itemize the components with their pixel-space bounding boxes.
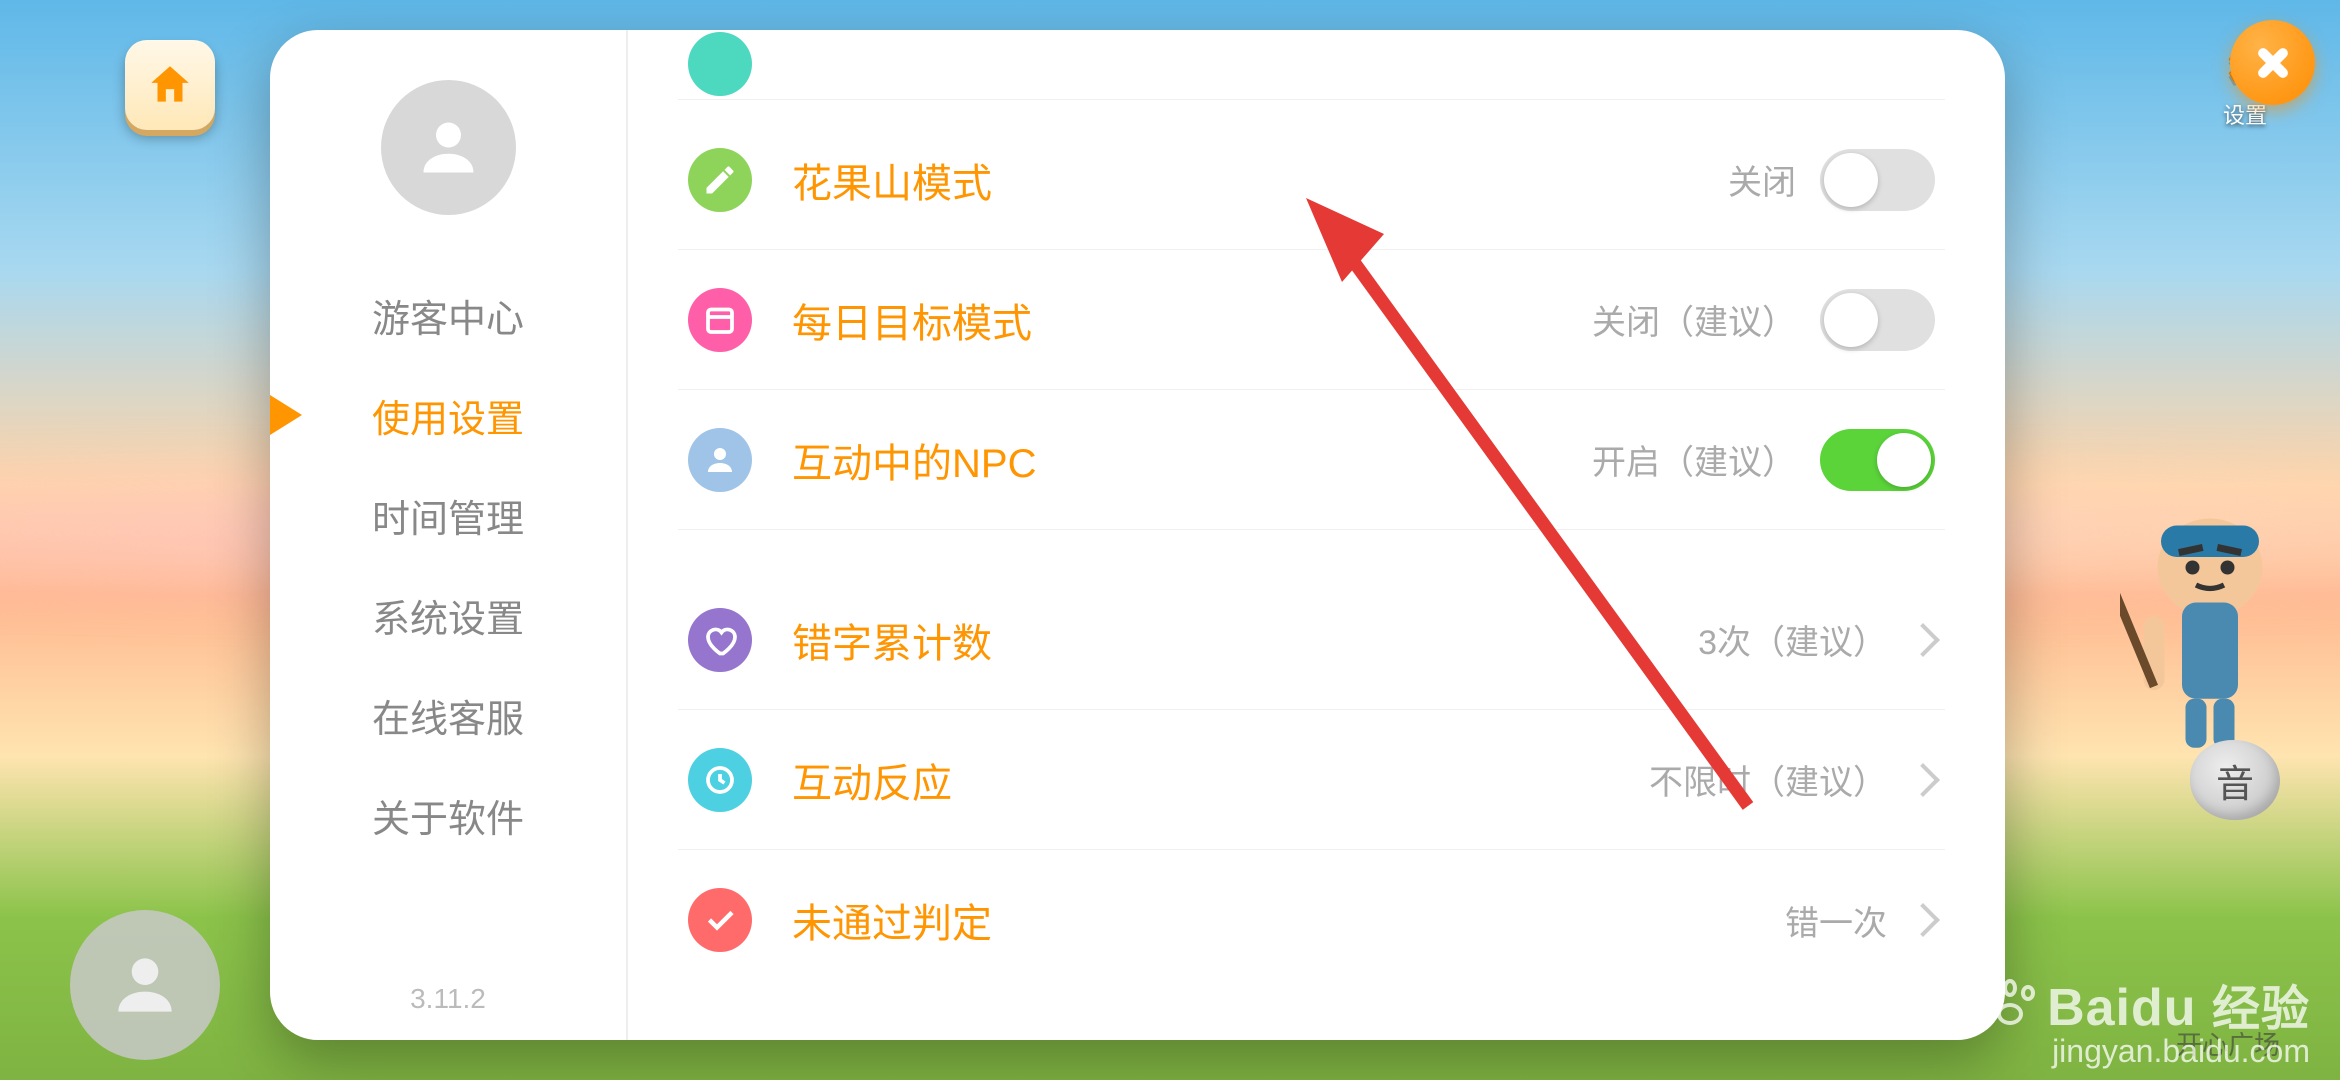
heart-icon xyxy=(688,608,752,672)
row-title: 未通过判定 xyxy=(792,891,1785,949)
clock-icon xyxy=(688,748,752,812)
setting-row-typo-count[interactable]: 错字累计数 3次（建议） xyxy=(678,570,1945,710)
check-icon xyxy=(688,888,752,952)
setting-row-npc[interactable]: 互动中的NPC 开启（建议） xyxy=(678,390,1945,530)
game-character xyxy=(2120,480,2300,760)
chevron-right-icon xyxy=(1906,903,1940,937)
setting-row-fail-judgment[interactable]: 未通过判定 错一次 xyxy=(678,850,1945,990)
close-button[interactable] xyxy=(2230,20,2315,105)
chevron-right-icon xyxy=(1906,763,1940,797)
sidebar-item-guest-center[interactable]: 游客中心 xyxy=(270,265,626,365)
row-title: 花果山模式 xyxy=(792,151,1728,209)
home-icon xyxy=(145,60,195,110)
person-icon xyxy=(411,110,486,185)
row-title: 每日目标模式 xyxy=(792,291,1592,349)
pencil-icon xyxy=(688,148,752,212)
peek-icon xyxy=(688,32,752,96)
sidebar-item-time-management[interactable]: 时间管理 xyxy=(270,465,626,565)
row-status: 错一次 xyxy=(1785,896,1887,945)
setting-row-daily-goal[interactable]: 每日目标模式 关闭（建议） xyxy=(678,250,1945,390)
row-status: 关闭（建议） xyxy=(1592,295,1796,344)
chevron-right-icon xyxy=(1906,623,1940,657)
paw-icon xyxy=(1981,979,2041,1029)
sidebar-item-about[interactable]: 关于软件 xyxy=(270,765,626,865)
row-title: 错字累计数 xyxy=(792,611,1698,669)
settings-content: 花果山模式 关闭 每日目标模式 关闭（建议） 互动中的NPC 开启（建议） xyxy=(628,30,2005,1040)
section-spacer xyxy=(678,530,1945,570)
row-title: 互动中的NPC xyxy=(792,431,1592,489)
sidebar-item-online-support[interactable]: 在线客服 xyxy=(270,665,626,765)
sidebar: 游客中心 使用设置 时间管理 系统设置 在线客服 关于软件 3.11.2 xyxy=(270,30,628,1040)
sound-stone-button[interactable]: 音 xyxy=(2190,740,2280,820)
avatar[interactable] xyxy=(381,80,516,215)
toggle-huaguoshan[interactable] xyxy=(1820,149,1935,211)
person-icon xyxy=(688,428,752,492)
setting-row-reaction[interactable]: 互动反应 不限时（建议） xyxy=(678,710,1945,850)
sidebar-item-system-settings[interactable]: 系统设置 xyxy=(270,565,626,665)
person-icon xyxy=(105,945,185,1025)
row-status: 不限时（建议） xyxy=(1649,755,1887,804)
row-status: 开启（建议） xyxy=(1592,435,1796,484)
setting-row-huaguoshan[interactable]: 花果山模式 关闭 xyxy=(678,110,1945,250)
baidu-watermark: Baidu 经验 jingyan.baidu.com xyxy=(1981,969,2310,1070)
row-status: 3次（建议） xyxy=(1698,615,1887,664)
sidebar-item-usage-settings[interactable]: 使用设置 xyxy=(270,365,626,465)
calendar-icon xyxy=(688,288,752,352)
version-label: 3.11.2 xyxy=(270,983,626,1015)
settings-modal: 游客中心 使用设置 时间管理 系统设置 在线客服 关于软件 3.11.2 花果山… xyxy=(270,30,2005,1040)
home-button[interactable] xyxy=(125,40,215,130)
toggle-npc[interactable] xyxy=(1820,429,1935,491)
toggle-daily-goal[interactable] xyxy=(1820,289,1935,351)
row-title: 互动反应 xyxy=(792,751,1649,809)
setting-row-peek xyxy=(678,60,1945,100)
row-status: 关闭 xyxy=(1728,155,1796,204)
background-avatar[interactable] xyxy=(70,910,220,1060)
